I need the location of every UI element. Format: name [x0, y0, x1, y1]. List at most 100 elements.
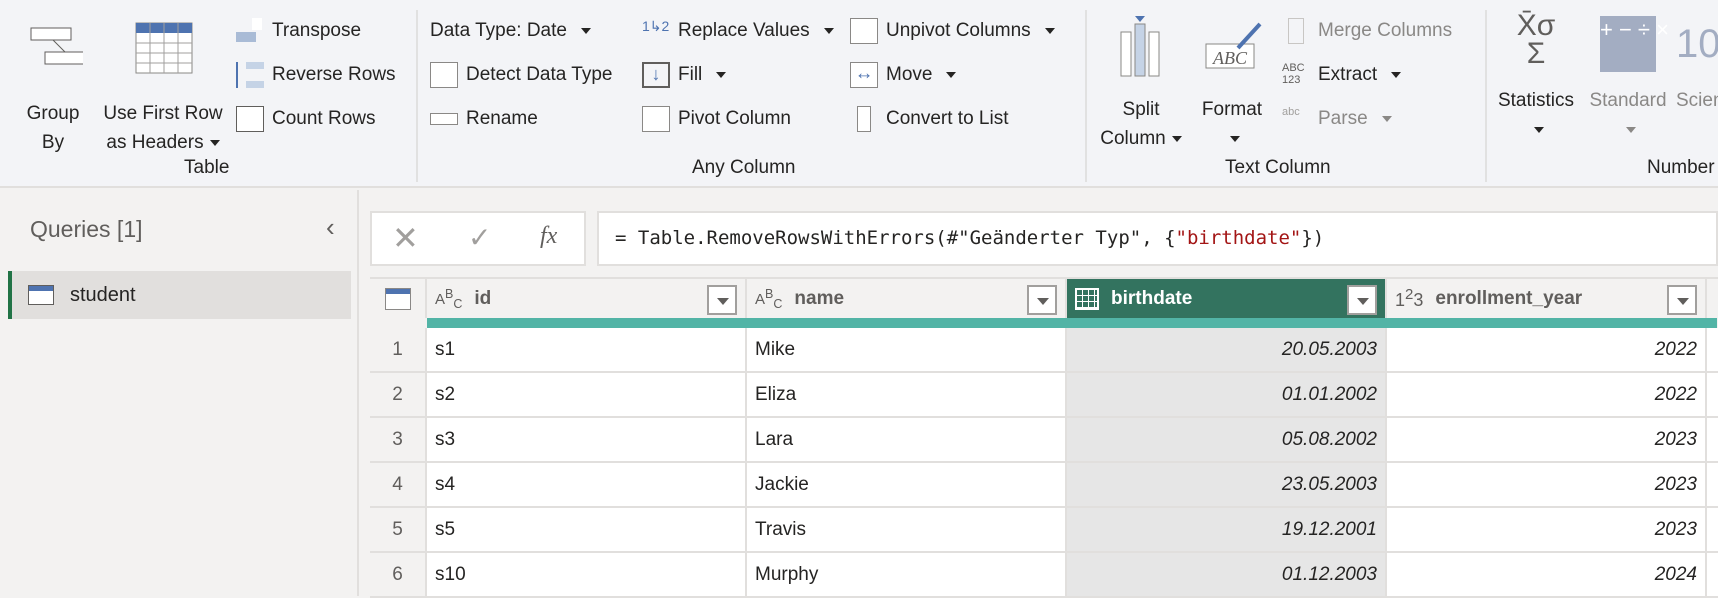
cell-overflow[interactable]: [1707, 463, 1718, 508]
data-type-dropdown[interactable]: Data Type: Date: [430, 16, 591, 46]
cell-name[interactable]: Travis: [747, 508, 1067, 553]
cell-year[interactable]: 2023: [1387, 463, 1707, 508]
cell-birthdate[interactable]: 23.05.2003: [1067, 463, 1387, 508]
chevron-down-icon: [1534, 126, 1544, 133]
reverse-rows-button[interactable]: Reverse Rows: [236, 60, 396, 90]
cell-name[interactable]: Lara: [747, 418, 1067, 463]
pivot-column-button[interactable]: Pivot Column: [642, 104, 791, 134]
convert-to-list-button[interactable]: Convert to List: [850, 104, 1009, 134]
scientific-button[interactable]: 10 Scien: [1676, 12, 1718, 115]
cell-overflow[interactable]: [1707, 508, 1718, 553]
column-header-next[interactable]: [1707, 277, 1718, 318]
rename-icon: [430, 113, 458, 125]
format-button[interactable]: ABC Format: [1196, 14, 1268, 153]
fill-button[interactable]: ↓ Fill: [642, 60, 727, 90]
check-icon[interactable]: ✓: [468, 221, 491, 254]
cell-year[interactable]: 2024: [1387, 553, 1707, 598]
column-name: birthdate: [1111, 287, 1193, 309]
cell-id[interactable]: s4: [427, 463, 747, 508]
formula-buttons: ✕ ✓ fx: [370, 211, 586, 266]
cell-birthdate[interactable]: 05.08.2002: [1067, 418, 1387, 463]
cell-birthdate[interactable]: 19.12.2001: [1067, 508, 1387, 553]
cell-birthdate[interactable]: 01.12.2003: [1067, 553, 1387, 598]
column-name: id: [474, 287, 492, 309]
cell-n[interactable]: 4: [370, 463, 427, 508]
standard-button[interactable]: + − ÷ × Standard: [1585, 12, 1671, 144]
split-column-button[interactable]: Split Column: [1100, 14, 1182, 153]
transpose-button[interactable]: Transpose: [236, 16, 361, 46]
cell-id[interactable]: s2: [427, 373, 747, 418]
standard-icon: + − ÷ ×: [1600, 16, 1669, 72]
replace-values-label: Replace Values: [678, 20, 810, 41]
collapse-chevron-icon[interactable]: ‹: [326, 212, 335, 243]
replace-values-button[interactable]: 1↳2 Replace Values: [642, 16, 834, 46]
count-rows-button[interactable]: Count Rows: [236, 104, 376, 134]
group-label-text-column: Text Column: [1225, 157, 1331, 178]
cell-name[interactable]: Mike: [747, 328, 1067, 373]
column-quality-bar: [427, 318, 1717, 328]
rename-button[interactable]: Rename: [430, 104, 538, 134]
cell-id[interactable]: s1: [427, 328, 747, 373]
cell-name[interactable]: Murphy: [747, 553, 1067, 598]
statistics-button[interactable]: X̄σ Σ Statistics: [1493, 11, 1579, 144]
chevron-down-icon: [946, 72, 957, 78]
cell-n[interactable]: 3: [370, 418, 427, 463]
replace-values-icon: 1↳2: [642, 18, 670, 34]
formula-input[interactable]: = Table.RemoveRowsWithErrors(#"Geänderte…: [597, 211, 1718, 266]
query-item-student[interactable]: student: [8, 271, 351, 319]
chevron-down-icon: [1044, 28, 1055, 34]
cell-id[interactable]: s5: [427, 508, 747, 553]
fx-icon[interactable]: fx: [540, 223, 557, 250]
extract-button[interactable]: ABC 123 Extract: [1282, 60, 1402, 90]
cell-year[interactable]: 2023: [1387, 508, 1707, 553]
cell-overflow[interactable]: [1707, 418, 1718, 463]
detect-data-type-label: Detect Data Type: [466, 64, 613, 85]
cell-id[interactable]: s10: [427, 553, 747, 598]
cell-id[interactable]: s3: [427, 418, 747, 463]
column-header-enrollment-year[interactable]: 123 enrollment_year: [1387, 277, 1707, 318]
chevron-down-icon: [1171, 135, 1182, 142]
cell-name[interactable]: Eliza: [747, 373, 1067, 418]
filter-dropdown-icon[interactable]: [1667, 285, 1697, 315]
cell-overflow[interactable]: [1707, 373, 1718, 418]
cell-n[interactable]: 5: [370, 508, 427, 553]
filter-dropdown-icon[interactable]: [1347, 285, 1377, 315]
use-first-row-label-1: Use First Row: [103, 103, 223, 124]
fill-label: Fill: [678, 64, 703, 85]
label: Column: [1100, 128, 1166, 149]
move-button[interactable]: ↔ Move: [850, 60, 957, 90]
cell-name[interactable]: Jackie: [747, 463, 1067, 508]
parse-button[interactable]: abc Parse: [1282, 104, 1392, 134]
merge-columns-button[interactable]: Merge Columns: [1282, 16, 1452, 46]
cell-birthdate[interactable]: 01.01.2002: [1067, 373, 1387, 418]
unpivot-columns-button[interactable]: Unpivot Columns: [850, 16, 1055, 46]
divider: [1485, 10, 1487, 182]
column-header-name[interactable]: ABC name: [747, 277, 1067, 318]
cell-n[interactable]: 6: [370, 553, 427, 598]
cancel-icon[interactable]: ✕: [392, 219, 419, 257]
format-label: Format: [1201, 99, 1263, 120]
cell-n[interactable]: 2: [370, 373, 427, 418]
cell-n[interactable]: 1: [370, 328, 427, 373]
cell-overflow[interactable]: [1707, 328, 1718, 373]
cell-year[interactable]: 2022: [1387, 328, 1707, 373]
cell-year[interactable]: 2022: [1387, 373, 1707, 418]
count-rows-icon: [236, 106, 264, 132]
use-first-row-button[interactable]: Use First Row as Headers: [98, 20, 228, 157]
reverse-rows-icon: [236, 62, 264, 88]
cell-overflow[interactable]: [1707, 553, 1718, 598]
chevron-down-icon: [1381, 116, 1392, 122]
filter-dropdown-icon[interactable]: [1027, 285, 1057, 315]
group-by-button[interactable]: Group By: [18, 20, 88, 157]
cell-birthdate[interactable]: 20.05.2003: [1067, 328, 1387, 373]
filter-dropdown-icon[interactable]: [707, 285, 737, 315]
column-header-id[interactable]: ABC id: [427, 277, 747, 318]
svg-text:ABC: ABC: [1212, 48, 1248, 68]
group-by-label-2: By: [41, 132, 65, 153]
column-header-birthdate[interactable]: birthdate: [1067, 277, 1387, 318]
ribbon: Group By Use First Row as Headers Transp…: [0, 0, 1718, 188]
table-menu-button[interactable]: [370, 277, 427, 318]
detect-data-type-button[interactable]: Detect Data Type: [430, 60, 612, 90]
label: as Headers: [106, 132, 204, 153]
cell-year[interactable]: 2023: [1387, 418, 1707, 463]
